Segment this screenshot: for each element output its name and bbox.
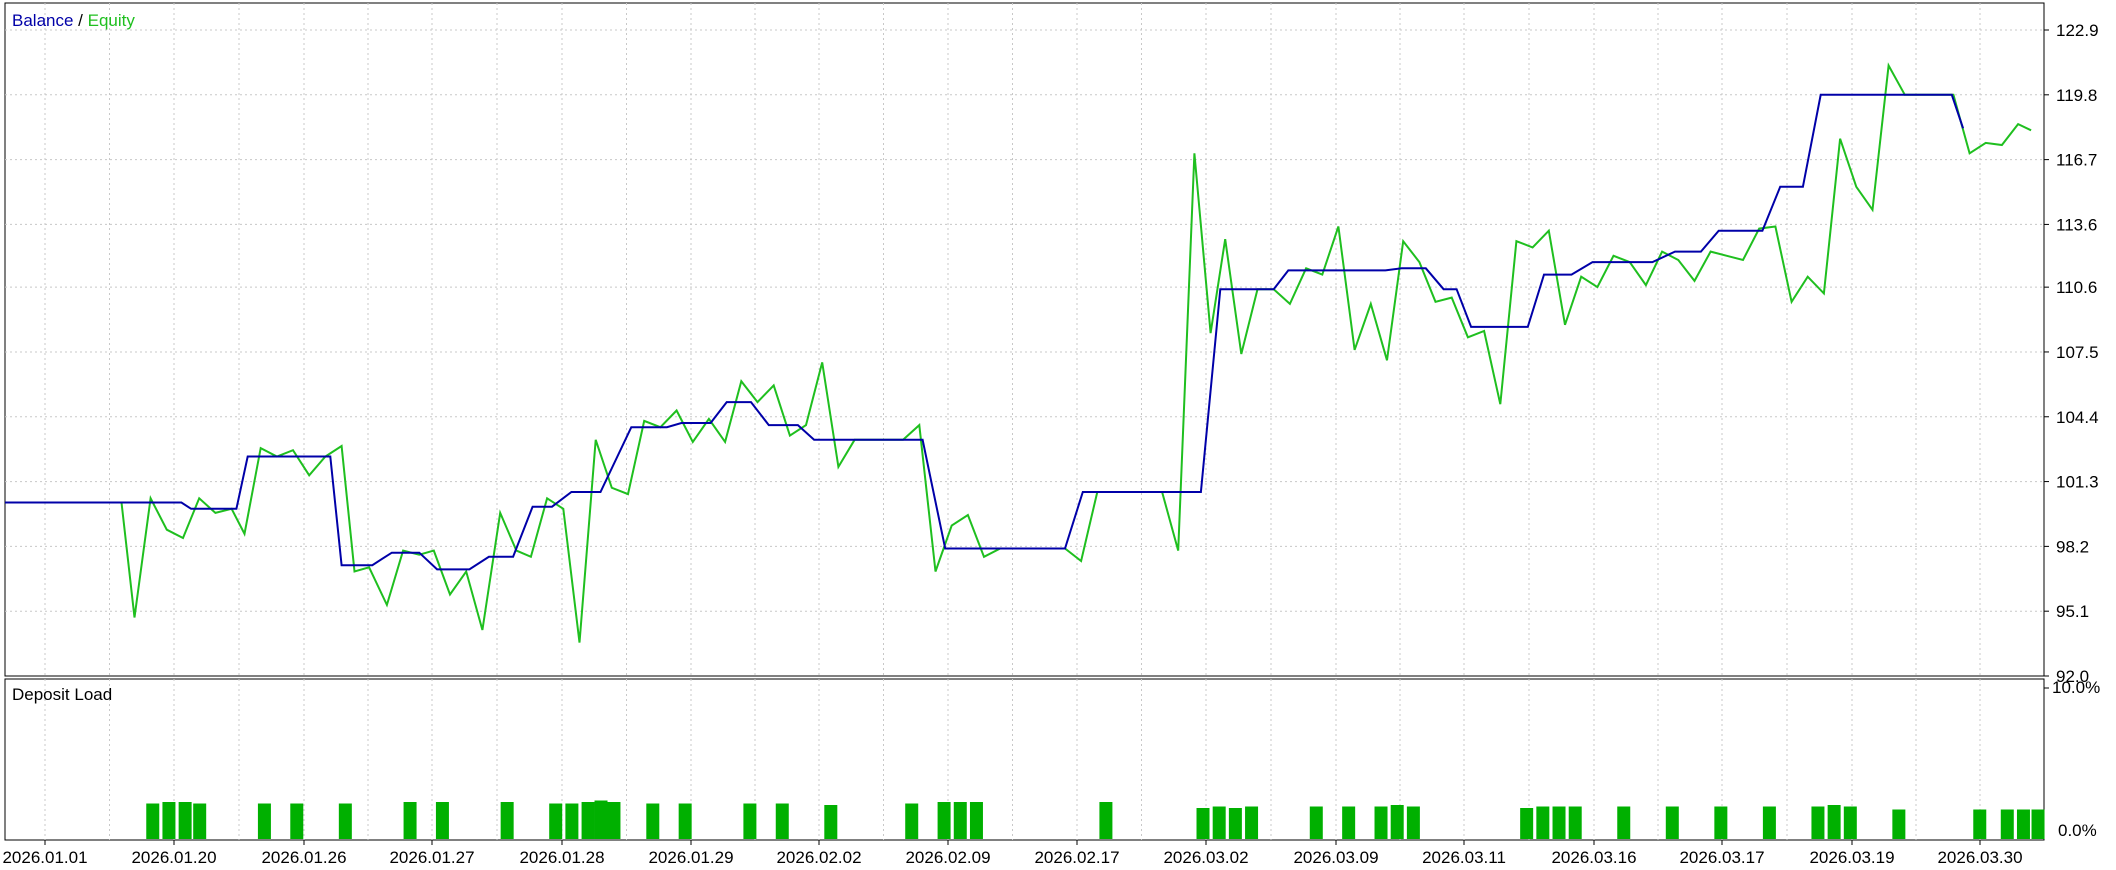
deposit-load-bar (1714, 806, 1728, 839)
deposit-load-bar (435, 802, 449, 839)
deposit-load-bar (2000, 809, 2014, 839)
deposit-load-bar (607, 802, 621, 839)
x-tick-label: 2026.02.17 (1034, 848, 1119, 865)
x-tick-label: 2026.03.11 (1422, 848, 1506, 865)
deposit-load-bar (162, 802, 176, 839)
y-tick-label: 119.8 (2056, 86, 2097, 105)
deposit-load-bar (178, 802, 192, 839)
deposit-load-bar (1552, 806, 1566, 839)
x-tick-label: 2026.03.17 (1679, 848, 1764, 865)
deposit-load-bar (775, 803, 789, 839)
deposit-load-bar (646, 803, 660, 839)
deposit-load-bar (257, 803, 271, 839)
deposit-load-bar (1099, 802, 1113, 839)
deposit-load-bar (1228, 808, 1242, 839)
legend-separator: / (73, 11, 87, 30)
load-y-tick-label: 10.0% (2052, 678, 2100, 697)
x-tick-label: 2026.01.28 (519, 848, 604, 865)
deposit-load-bar (969, 802, 983, 839)
main-panel-frame (4, 2, 2045, 677)
x-tick-label: 2026.03.30 (1937, 848, 2022, 865)
deposit-load-panel-frame (4, 678, 2045, 841)
x-tick-label: 2026.03.19 (1809, 848, 1894, 865)
deposit-load-bar (1973, 809, 1987, 839)
deposit-load-bar (1520, 808, 1534, 839)
deposit-load-bar (905, 803, 919, 839)
legend-equity: Equity (88, 11, 136, 30)
balance-line (5, 93, 1965, 571)
y-tick-label: 95.1 (2056, 602, 2089, 621)
x-tick-label: 2026.01.26 (261, 848, 346, 865)
deposit-load-bar (500, 802, 514, 839)
deposit-load-bar (1536, 806, 1550, 839)
deposit-load-bar (2031, 809, 2045, 839)
deposit-load-bar (1617, 806, 1631, 839)
deposit-load-bar (743, 803, 757, 839)
chart-layer: 122.9 119.8 116.7 113.6 110.6 107.5 104.4 101.3… (2, 2, 2100, 867)
deposit-load-bar (1196, 808, 1210, 839)
y-tick-label: 122.9 (2056, 21, 2099, 40)
deposit-load-bar (937, 802, 951, 839)
y-tick-label: 98.2 (2056, 537, 2089, 556)
x-tick-label: 2026.01.01 (2, 848, 87, 865)
y-tick-label: 107.5 (2056, 343, 2099, 362)
equity-line (5, 62, 2032, 643)
deposit-load-bar (1568, 806, 1582, 839)
deposit-load-bar (549, 803, 563, 839)
deposit-load-bar (1665, 806, 1679, 839)
deposit-load-bar (581, 802, 595, 839)
deposit-load-bar (290, 803, 304, 839)
deposit-load-title: Deposit Load (12, 685, 112, 704)
chart-legend: Balance / Equity (12, 11, 135, 30)
deposit-load-bar (1827, 805, 1841, 839)
deposit-load-bar (1374, 806, 1388, 839)
y-tick-label: 110.6 (2056, 278, 2097, 297)
deposit-load-bar (2016, 809, 2030, 839)
deposit-load-bar (403, 802, 417, 839)
x-tick-label: 2026.01.20 (131, 848, 216, 865)
deposit-load-bar (1406, 806, 1420, 839)
deposit-load-bar (1811, 806, 1825, 839)
x-tick-label: 2026.03.09 (1293, 848, 1378, 865)
deposit-load-bar (193, 803, 207, 839)
y-tick-label: 104.4 (2056, 408, 2099, 427)
deposit-load-bar (1342, 806, 1356, 839)
deposit-load-bar (1762, 806, 1776, 839)
deposit-load-bar (146, 803, 160, 839)
deposit-load-bar (824, 805, 838, 839)
deposit-load-bar (1309, 806, 1323, 839)
deposit-load-bar (1892, 809, 1906, 839)
deposit-load-bar (1843, 806, 1857, 839)
chart-container: 122.9 119.8 116.7 113.6 110.6 107.5 104.4 101.3… (0, 0, 2116, 867)
y-tick-label: 113.6 (2056, 215, 2097, 234)
deposit-load-bar (678, 803, 692, 839)
deposit-load-bar (953, 802, 967, 839)
y-tick-label: 101.3 (2056, 473, 2099, 492)
deposit-load-bar (338, 803, 352, 839)
deposit-load-bar (594, 800, 608, 839)
x-tick-label: 2026.01.29 (648, 848, 733, 865)
x-tick-label: 2026.03.02 (1163, 848, 1248, 865)
x-tick-label: 2026.02.02 (776, 848, 861, 865)
deposit-load-bar (565, 803, 579, 839)
legend-balance: Balance (12, 11, 73, 30)
load-y-tick-label: 0.0% (2058, 821, 2097, 840)
deposit-load-bar (1390, 805, 1404, 839)
y-tick-label: 116.7 (2056, 151, 2097, 170)
x-tick-label: 2026.02.09 (905, 848, 990, 865)
deposit-load-bar (1212, 806, 1226, 839)
chart-svg: 122.9 119.8 116.7 113.6 110.6 107.5 104.4 101.3… (2, 2, 2100, 867)
x-tick-label: 2026.01.27 (389, 848, 474, 865)
x-tick-label: 2026.03.16 (1551, 848, 1636, 865)
deposit-load-bar (1245, 806, 1259, 839)
